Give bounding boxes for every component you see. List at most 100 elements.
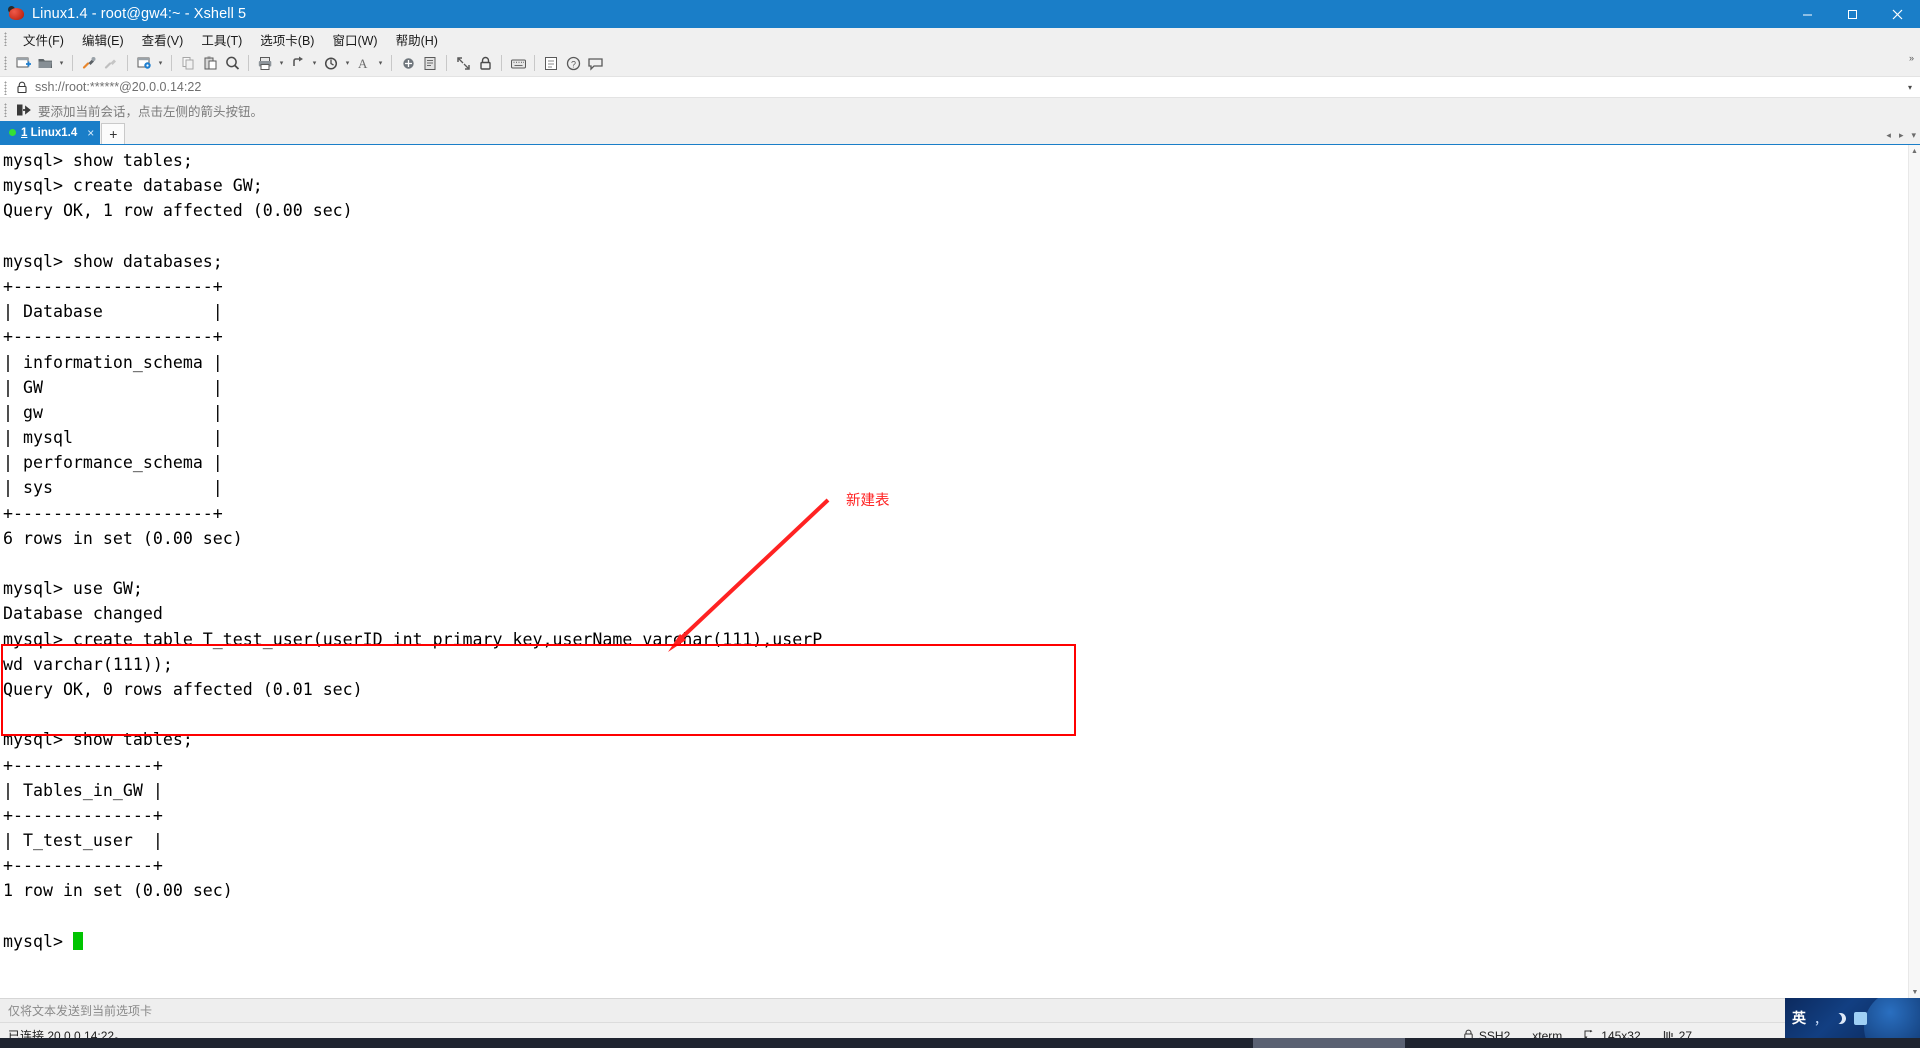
compose-caret-icon[interactable]: ▾	[342, 52, 353, 74]
terminal-line: +--------------------+	[3, 276, 223, 296]
window-controls	[1785, 0, 1920, 28]
menu-help[interactable]: 帮助(H)	[387, 28, 447, 51]
chat-icon[interactable]	[584, 52, 606, 74]
font-caret-icon[interactable]: ▾	[375, 52, 386, 74]
toolbar-separator	[127, 55, 128, 71]
print-icon[interactable]	[254, 52, 276, 74]
tab-prev-icon[interactable]: ◂	[1886, 130, 1891, 141]
menu-bar: 文件(F) 编辑(E) 查看(V) 工具(T) 选项卡(B) 窗口(W) 帮助(…	[0, 28, 1920, 50]
lock-icon	[16, 81, 28, 94]
tab-title: Linux1.4	[30, 126, 78, 139]
open-folder-caret-icon[interactable]: ▾	[56, 52, 67, 74]
scroll-up-icon[interactable]: ▲	[1909, 145, 1920, 157]
paste-icon[interactable]	[199, 52, 221, 74]
terminal-line: mysql> create database GW;	[3, 176, 263, 196]
terminal-line: mysql> show databases;	[3, 251, 223, 271]
tab-next-icon[interactable]: ▸	[1899, 130, 1904, 141]
address-value[interactable]: ssh://root:******@20.0.0.14:22	[35, 80, 201, 94]
scroll-down-icon[interactable]: ▼	[1909, 986, 1920, 998]
menu-tools[interactable]: 工具(T)	[192, 28, 251, 51]
xshell-window: Linux1.4 - root@gw4:~ - Xshell 5 文件(F) 编…	[0, 0, 1920, 1048]
tab-number: 1	[21, 126, 28, 139]
disconnect-icon[interactable]	[100, 52, 122, 74]
toolbar-separator	[534, 55, 535, 71]
find-icon[interactable]	[221, 52, 243, 74]
menu-edit[interactable]: 编辑(E)	[73, 28, 133, 51]
terminal-line: Query OK, 0 rows affected (0.01 sec)	[3, 679, 363, 699]
tab-linux14[interactable]: 1 Linux1.4 ×	[0, 121, 101, 144]
send-text-bar[interactable]: 仅将文本发送到当前选项卡	[0, 998, 1920, 1022]
terminal-area[interactable]: mysql> show tables; mysql> create databas…	[0, 145, 1920, 998]
toolbar-overflow-button[interactable]: »	[1909, 53, 1914, 63]
keyboard-icon[interactable]	[507, 52, 529, 74]
terminal-line: | information_schema |	[3, 352, 223, 372]
minimize-button[interactable]	[1785, 0, 1830, 28]
menu-tabs[interactable]: 选项卡(B)	[251, 28, 323, 51]
menu-window[interactable]: 窗口(W)	[323, 28, 386, 51]
new-tab-button[interactable]: +	[101, 123, 126, 144]
terminal-line: | GW |	[3, 377, 223, 397]
terminal-line: +--------------------+	[3, 503, 223, 523]
lock-icon[interactable]	[474, 52, 496, 74]
session-properties-icon[interactable]	[133, 52, 155, 74]
ime-tray-popup[interactable]: 英 ，	[1785, 998, 1920, 1038]
menu-grip-handle[interactable]	[4, 32, 7, 46]
tab-menu-icon[interactable]: ▾	[1911, 130, 1916, 141]
font-icon[interactable]: A	[353, 52, 375, 74]
terminal-line: mysql> use GW;	[3, 579, 143, 599]
open-folder-icon[interactable]	[34, 52, 56, 74]
menu-file[interactable]: 文件(F)	[14, 28, 73, 51]
tab-status-indicator	[9, 129, 16, 136]
ime-language-label[interactable]: 英	[1792, 1008, 1806, 1028]
highlight-icon[interactable]	[397, 52, 419, 74]
menu-view[interactable]: 查看(V)	[133, 28, 193, 51]
session-properties-caret-icon[interactable]: ▾	[155, 52, 166, 74]
toolbar-separator	[248, 55, 249, 71]
svg-text:?: ?	[571, 59, 576, 69]
print-caret-icon[interactable]: ▾	[276, 52, 287, 74]
taskbar-active-item[interactable]	[1253, 1038, 1405, 1048]
terminal-line: | performance_schema |	[3, 453, 223, 473]
tab-bar-nav: ◂ ▸ ▾	[1886, 130, 1916, 141]
terminal-line: Database changed	[3, 604, 163, 624]
terminal-scrollbar[interactable]: ▲ ▼	[1908, 145, 1920, 998]
tool-icon[interactable]	[1854, 1011, 1868, 1025]
terminal-line: mysql> show tables;	[3, 151, 193, 170]
title-bar: Linux1.4 - root@gw4:~ - Xshell 5	[0, 0, 1920, 28]
compose-icon[interactable]	[320, 52, 342, 74]
hintbar-grip-handle[interactable]	[4, 103, 7, 117]
chevron-down-icon[interactable]: ▾	[1908, 83, 1912, 92]
svg-text:A: A	[358, 56, 368, 71]
addressbar-grip-handle[interactable]	[4, 81, 7, 95]
close-button[interactable]	[1875, 0, 1920, 28]
layout-caret-icon[interactable]: ▾	[309, 52, 320, 74]
copy-icon[interactable]	[177, 52, 199, 74]
script-icon[interactable]	[419, 52, 441, 74]
terminal-line: | Tables_in_GW |	[3, 780, 163, 800]
toolbar-separator	[171, 55, 172, 71]
connect-icon[interactable]	[78, 52, 100, 74]
terminal-line: mysql> create table T_test_user(userID i…	[3, 629, 823, 649]
add-session-icon[interactable]	[16, 103, 31, 117]
new-session-icon[interactable]	[12, 52, 34, 74]
fullscreen-icon[interactable]	[452, 52, 474, 74]
xshell-logo-icon	[8, 5, 26, 23]
tab-close-icon[interactable]: ×	[87, 126, 94, 140]
help-icon[interactable]: ?	[562, 52, 584, 74]
terminal-line: wd varchar(111));	[3, 654, 173, 674]
terminal-output[interactable]: mysql> show tables; mysql> create databas…	[0, 145, 1920, 998]
transfer-icon[interactable]	[540, 52, 562, 74]
terminal-line: +--------------+	[3, 856, 163, 876]
address-bar[interactable]: ssh://root:******@20.0.0.14:22 ▾	[0, 76, 1920, 98]
toolbar-grip-handle[interactable]	[4, 56, 7, 70]
maximize-button[interactable]	[1830, 0, 1875, 28]
layout-icon[interactable]	[287, 52, 309, 74]
moon-icon[interactable]	[1835, 1013, 1846, 1024]
toolbar-separator	[391, 55, 392, 71]
terminal-line: | T_test_user |	[3, 831, 163, 851]
terminal-line: | gw |	[3, 402, 223, 422]
